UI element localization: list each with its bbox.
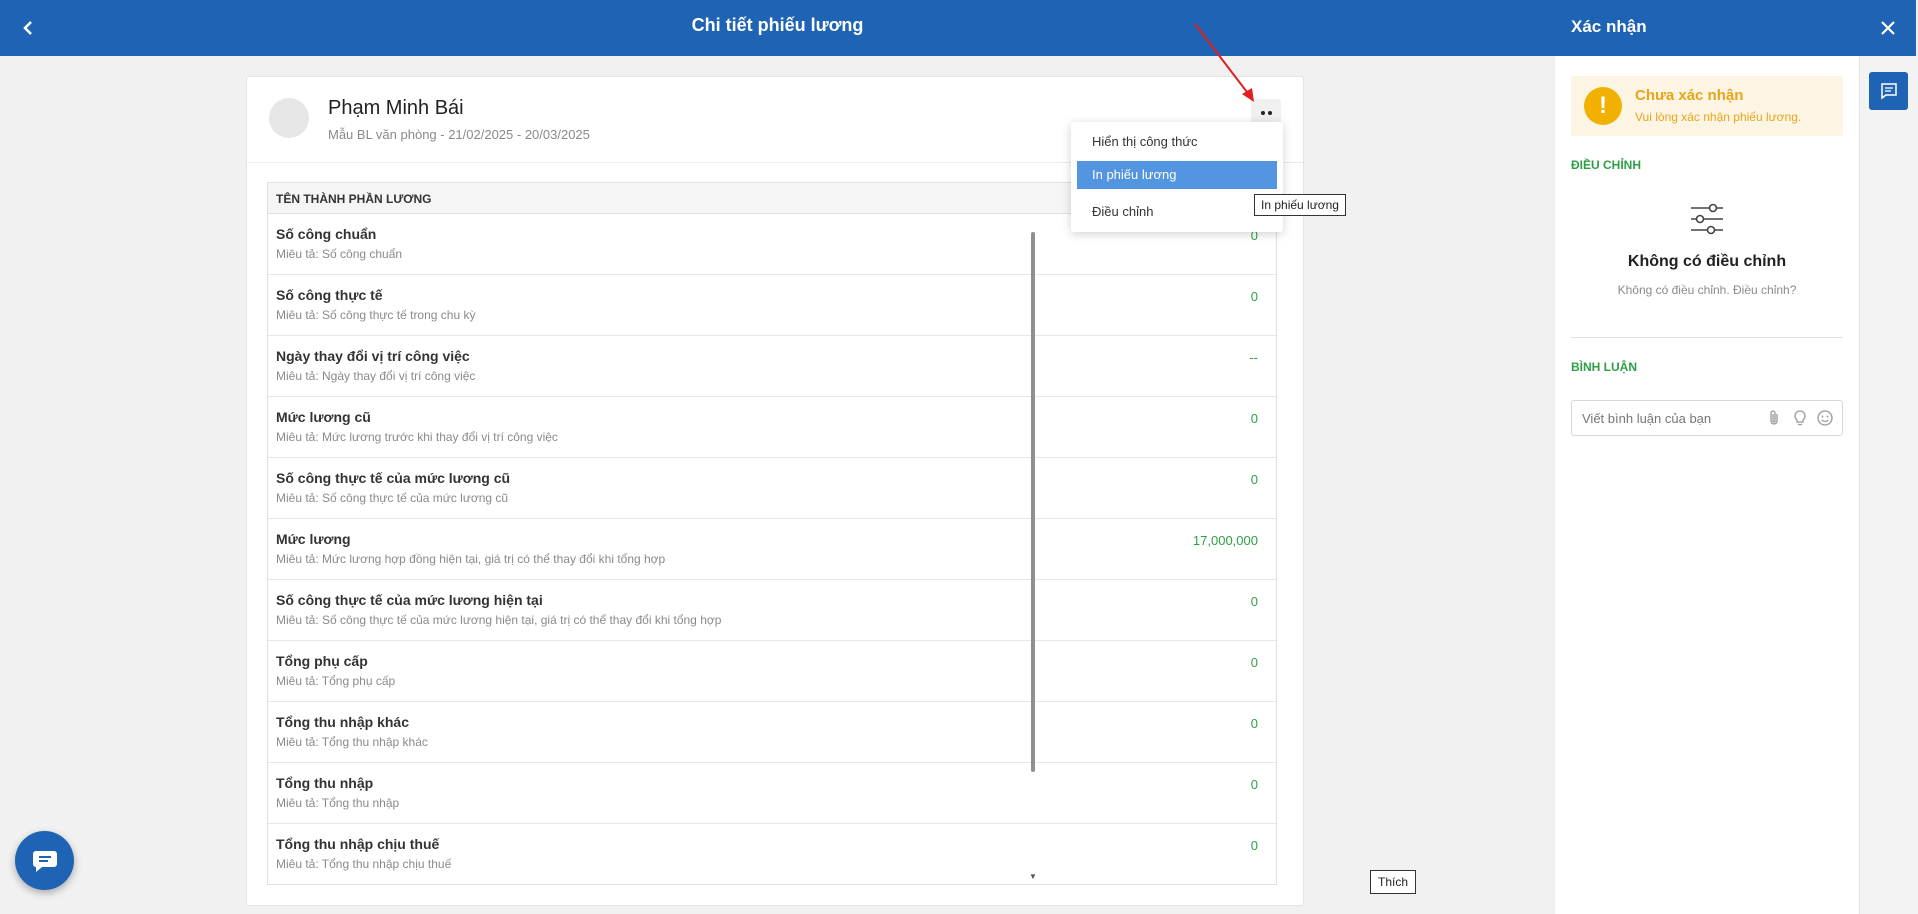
chevron-left-icon: [23, 21, 32, 35]
component-name: Số công thực tế của mức lương cũ: [276, 470, 511, 486]
menu-item-print-payslip[interactable]: In phiếu lương: [1077, 161, 1277, 189]
empty-adjust-title: Không có điều chỉnh: [1627, 253, 1787, 270]
payslip-period: Mẫu BL văn phòng - 21/02/2025 - 20/03/20…: [328, 127, 590, 142]
comment-box: [1571, 400, 1843, 436]
adjust-section-label: ĐIỀU CHỈNH: [1571, 158, 1642, 172]
chat-bubble-icon: [32, 850, 57, 872]
scroll-down-arrow-icon[interactable]: ▼: [1029, 872, 1037, 881]
dot-icon: [1267, 111, 1272, 115]
component-value: 0: [1250, 655, 1258, 670]
menu-item-adjust[interactable]: Điều chỉnh: [1077, 198, 1277, 226]
component-name: Số công thực tế của mức lương hiện tại: [276, 592, 543, 608]
confirm-status-box: ! Chưa xác nhận Vui lòng xác nhận phiếu …: [1571, 76, 1843, 136]
component-value: 0: [1250, 838, 1258, 853]
table-row: Tổng phụ cấp Miêu tả: Tổng phụ cấp 0: [268, 641, 1276, 702]
warning-icon: !: [1584, 87, 1622, 125]
status-subtitle: Vui lòng xác nhận phiếu lương.: [1635, 110, 1802, 124]
table-body: Số công chuẩn Miêu tả: Số công chuẩn 0 Số c…: [268, 214, 1276, 884]
component-value: 0: [1250, 594, 1258, 609]
table-row: Mức lương cũ Miêu tả: Mức lương trước khi…: [268, 397, 1276, 458]
component-description: Miêu tả: Số công chuẩn: [276, 247, 403, 261]
component-name: Tổng phụ cấp: [276, 653, 368, 669]
employee-name: Phạm Minh Bái: [328, 97, 464, 119]
component-name: Ngày thay đổi vị trí công việc: [276, 348, 470, 364]
comments-side-button[interactable]: [1869, 72, 1908, 110]
component-description: Miêu tả: Số công thực tế của mức lương c…: [276, 491, 509, 505]
paperclip-icon[interactable]: [1766, 409, 1784, 427]
chat-support-button[interactable]: [15, 831, 74, 890]
table-row: Tổng thu nhập Miêu tả: Tổng thu nhập 0: [268, 763, 1276, 824]
confirm-panel-title: Xác nhận: [1555, 0, 1859, 56]
component-value: 0: [1250, 716, 1258, 731]
close-button[interactable]: [1859, 0, 1916, 56]
component-name: Số công thực tế: [276, 287, 383, 303]
component-name: Tổng thu nhập chịu thuế: [276, 836, 440, 852]
tooltip: In phiếu lương: [1254, 194, 1346, 216]
comment-input[interactable]: [1572, 401, 1767, 435]
component-description: Miêu tả: Số công thực tế của mức lương h…: [276, 613, 722, 627]
component-value: 0: [1250, 411, 1258, 426]
component-value: 0: [1250, 472, 1258, 487]
table-row: Số công thực tế của mức lương hiện tại Mi…: [268, 580, 1276, 641]
message-icon: [1880, 83, 1897, 100]
avatar: [269, 98, 309, 138]
table-row: Mức lương Miêu tả: Mức lương hợp đồng hiệ…: [268, 519, 1276, 580]
emoji-icon[interactable]: [1816, 409, 1834, 427]
back-button[interactable]: [14, 14, 42, 42]
close-icon: [1880, 21, 1895, 35]
component-description: Miêu tả: Tổng thu nhập khác: [276, 735, 428, 749]
table-scrollbar[interactable]: [1031, 232, 1035, 772]
component-description: Miêu tả: Tổng phụ cấp: [276, 674, 396, 688]
component-description: Miêu tả: Ngày thay đổi vị trí công việc: [276, 369, 476, 383]
sliders-icon: [1691, 203, 1723, 235]
empty-adjust-state: Không có điều chỉnh Không có điều chỉnh.…: [1555, 202, 1859, 297]
salary-components-table: TÊN THÀNH PHẦN LƯƠNG Số công chuẩn Miêu t…: [267, 182, 1277, 885]
component-description: Miêu tả: Số công thực tế trong chu kỳ: [276, 308, 476, 322]
component-value: --: [1249, 350, 1258, 365]
confirm-panel: Xác nhận ! Chưa xác nhận Vui lòng xác nh…: [1555, 0, 1859, 914]
annotation-arrow-icon: [1194, 23, 1254, 102]
table-row: Ngày thay đổi vị trí công việc Miêu tả: N…: [268, 336, 1276, 397]
comment-tools: [1766, 409, 1834, 427]
lightbulb-icon[interactable]: [1791, 409, 1809, 427]
component-description: Miêu tả: Mức lương trước khi thay đổi vị…: [276, 430, 558, 444]
tooltip: Thích: [1370, 870, 1417, 894]
component-value: 0: [1250, 777, 1258, 792]
table-row: Tổng thu nhập khác Miêu tả: Tổng thu nhập…: [268, 702, 1276, 763]
top-header: Chi tiết phiếu lương: [0, 0, 1555, 56]
component-name: Mức lương: [276, 531, 351, 547]
component-name: Tổng thu nhập khác: [276, 714, 409, 730]
right-side-strip: [1859, 56, 1918, 914]
status-title: Chưa xác nhận: [1635, 87, 1744, 104]
component-value: 17,000,000: [1192, 533, 1258, 548]
empty-adjust-link[interactable]: Không có điều chỉnh. Điều chỉnh?: [1555, 283, 1859, 297]
component-name: Số công chuẩn: [276, 226, 377, 242]
table-row: Số công thực tế của mức lương cũ Miêu tả:…: [268, 458, 1276, 519]
component-description: Miêu tả: Tổng thu nhập: [276, 796, 400, 810]
component-value: 0: [1250, 289, 1258, 304]
options-menu: Hiển thị công thức In phiếu lương Điều c…: [1071, 122, 1283, 232]
page-title: Chi tiết phiếu lương: [691, 15, 864, 35]
comment-section-label: BÌNH LUẬN: [1571, 360, 1637, 374]
component-name: Tổng thu nhập: [276, 775, 374, 791]
component-description: Miêu tả: Tổng thu nhập chịu thuế: [276, 857, 452, 871]
component-name: Mức lương cũ: [276, 409, 371, 425]
component-description: Miêu tả: Mức lương hợp đồng hiện tại, gi…: [276, 552, 666, 566]
table-row: Số công thực tế Miêu tả: Số công thực tế …: [268, 275, 1276, 336]
divider: [1571, 337, 1843, 338]
table-row: Tổng thu nhập chịu thuế Miêu tả: Tổng thu…: [268, 824, 1276, 884]
menu-item-show-formula[interactable]: Hiển thị công thức: [1077, 128, 1277, 156]
dot-icon: [1260, 111, 1265, 115]
